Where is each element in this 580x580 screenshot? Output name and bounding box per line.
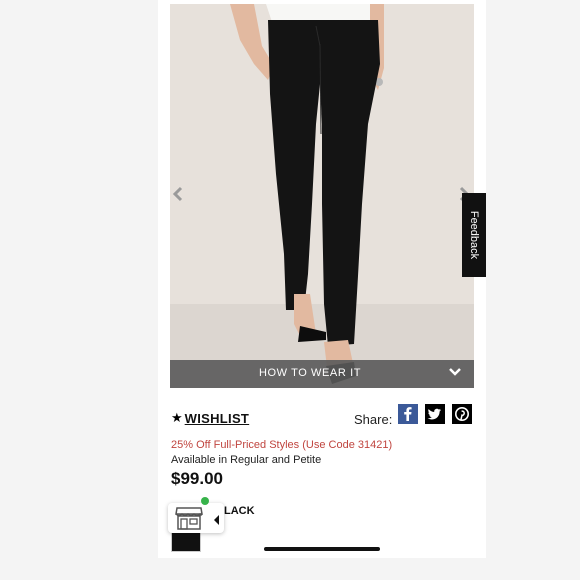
store-locator-widget[interactable]: [168, 503, 224, 533]
facebook-icon[interactable]: [398, 404, 418, 424]
wishlist-label: WISHLIST: [184, 410, 250, 426]
color-swatch-black[interactable]: [171, 532, 201, 552]
share-label: Share:: [354, 412, 393, 427]
pinterest-icon[interactable]: [452, 404, 472, 424]
wishlist-button[interactable]: ★ WISHLIST: [171, 410, 249, 426]
availability-text: Available in Regular and Petite: [171, 454, 322, 466]
star-icon: ★: [171, 410, 183, 425]
color-name: LACK: [224, 505, 255, 517]
chevron-left-icon[interactable]: [214, 512, 220, 525]
feedback-tab[interactable]: Feedback: [462, 193, 486, 277]
product-photo: [170, 4, 474, 388]
how-to-wear-it-toggle[interactable]: HOW TO WEAR IT: [170, 360, 474, 388]
twitter-icon[interactable]: [425, 404, 445, 424]
price: $99.00: [171, 469, 223, 488]
chevron-left-icon[interactable]: [172, 186, 188, 206]
home-indicator: [264, 547, 380, 551]
status-indicator: [201, 497, 209, 505]
storefront-icon: [174, 503, 204, 531]
promo-text: 25% Off Full-Priced Styles (Use Code 314…: [171, 439, 393, 451]
product-image-carousel[interactable]: HOW TO WEAR IT: [170, 4, 474, 388]
chevron-down-icon: [448, 365, 462, 379]
how-to-wear-it-label: HOW TO WEAR IT: [258, 367, 362, 379]
feedback-label: Feedback: [468, 210, 480, 260]
